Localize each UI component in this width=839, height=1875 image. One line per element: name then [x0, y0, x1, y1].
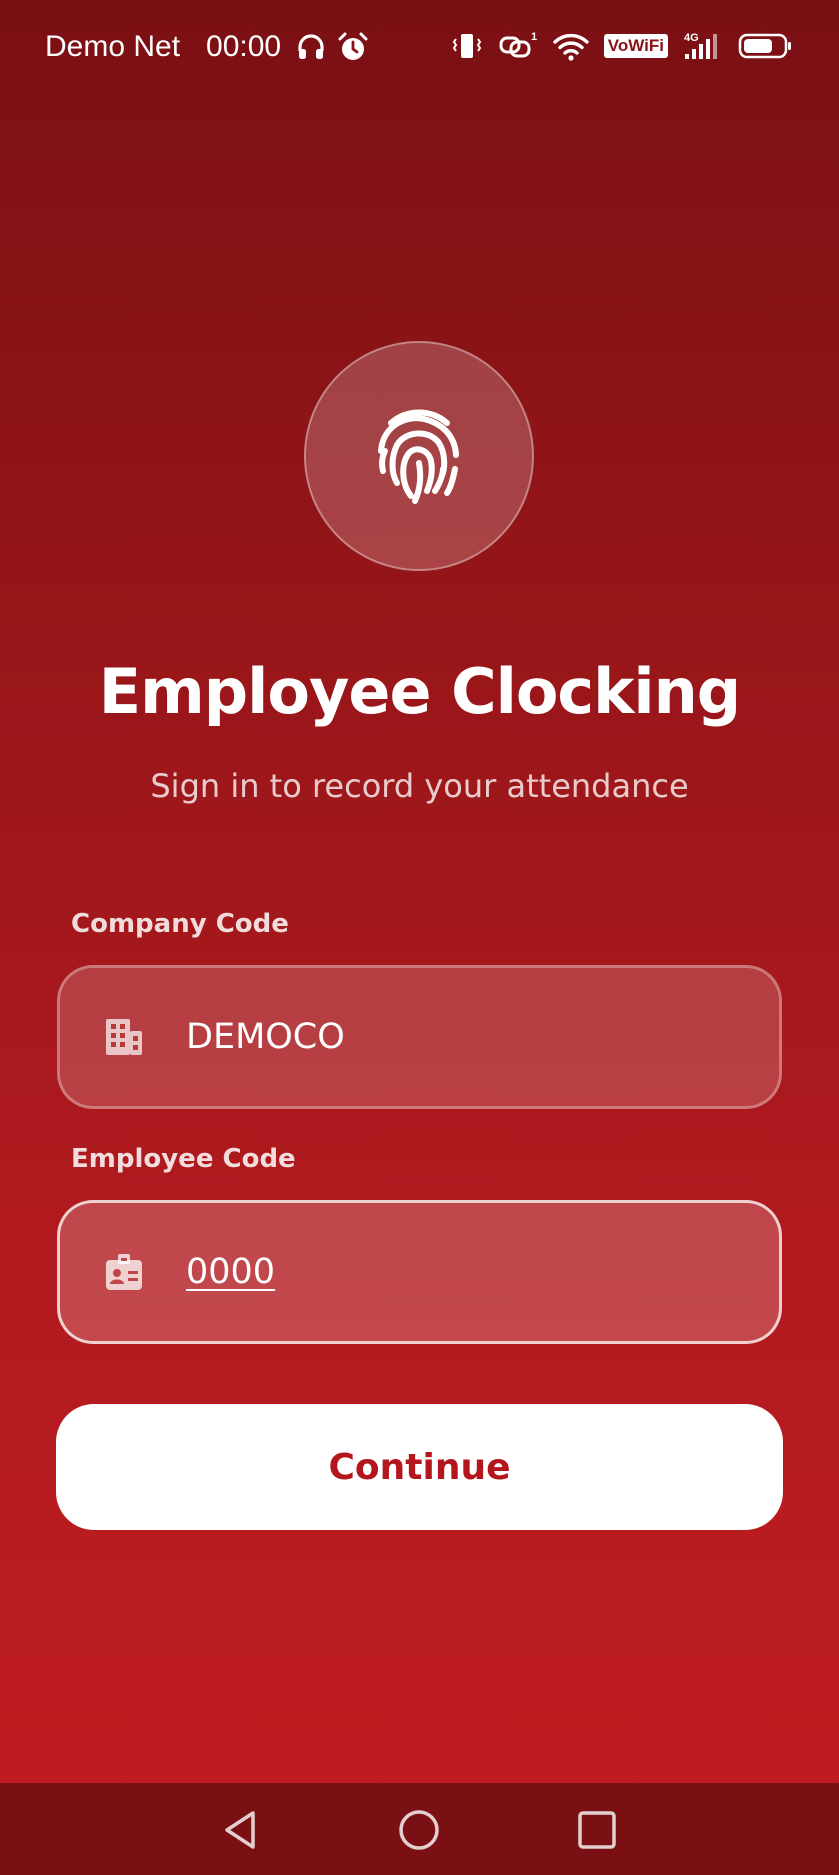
- id-badge-icon: [106, 1254, 142, 1290]
- fingerprint-icon: [378, 409, 459, 504]
- company-code-value[interactable]: DEMOCO: [186, 1013, 345, 1061]
- back-icon[interactable]: [219, 1807, 265, 1853]
- company-code-label: Company Code: [71, 909, 289, 939]
- wifi-icon: [553, 33, 589, 61]
- login-screen: Demo Net 00:00 1 VoWiFi 4G Employee Cloc…: [0, 0, 839, 1875]
- recents-icon[interactable]: [574, 1807, 620, 1853]
- building-icon: [106, 1019, 142, 1055]
- vowifi-badge: VoWiFi: [603, 34, 668, 58]
- carrier-name: Demo Net: [45, 30, 181, 63]
- navigation-bar: [0, 1783, 839, 1875]
- status-left: Demo Net 00:00: [45, 30, 379, 64]
- home-icon[interactable]: [396, 1807, 442, 1853]
- svg-text:1: 1: [531, 31, 537, 43]
- status-bar: Demo Net 00:00 1 VoWiFi 4G: [0, 0, 839, 100]
- continue-button[interactable]: Continue: [56, 1404, 783, 1530]
- company-code-field[interactable]: DEMOCO: [57, 965, 782, 1109]
- page-subtitle: Sign in to record your attendance: [150, 767, 689, 805]
- employee-code-value[interactable]: 0000: [186, 1248, 275, 1296]
- battery-icon: [738, 33, 791, 59]
- network-label: 4G: [684, 32, 699, 44]
- alarm-icon: [338, 32, 368, 60]
- page-title: Employee Clocking: [98, 655, 741, 728]
- signal-4g-icon: 4G: [684, 32, 717, 59]
- hotspot-icon: 1: [499, 31, 537, 58]
- vibrate-icon: [452, 34, 481, 58]
- employee-code-field[interactable]: 0000: [57, 1200, 782, 1344]
- status-right: 1 VoWiFi 4G: [436, 30, 794, 62]
- fingerprint-badge: [304, 341, 534, 571]
- headphones-icon: [298, 34, 324, 59]
- employee-code-label: Employee Code: [71, 1144, 296, 1174]
- status-time: 00:00: [206, 30, 282, 63]
